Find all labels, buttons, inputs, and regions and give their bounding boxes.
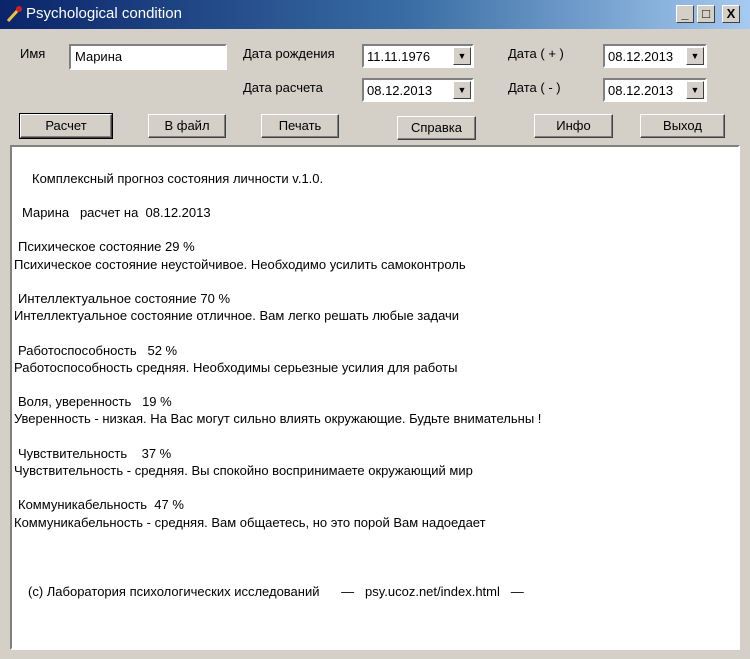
title-bar: Psychological condition _ □ X [0,0,750,29]
app-icon [6,6,22,23]
birth-date-value: 11.11.1976 [367,49,431,64]
minimize-button[interactable]: _ [676,5,694,23]
print-button[interactable]: Печать [261,114,339,138]
calc-date-select[interactable]: 08.12.2013 ▼ [362,78,474,102]
exit-button[interactable]: Выход [640,114,725,138]
birth-date-label: Дата рождения [243,46,335,61]
date-minus-value: 08.12.2013 [608,83,674,98]
section-text: Уверенность - низкая. На Вас могут сильн… [14,411,542,426]
section-title: Психическое состояние 29 % [18,239,195,254]
name-label: Имя [20,46,46,61]
section-title: Воля, уверенность 19 % [18,394,172,409]
section-text: Работоспособность средняя. Необходимы се… [14,360,458,375]
name-input[interactable]: Марина [69,44,227,70]
save-to-file-button[interactable]: В файл [148,114,226,138]
report-footer: (c) Лаборатория психологических исследов… [28,584,524,599]
chevron-down-icon[interactable]: ▼ [453,81,471,99]
calc-date-label: Дата расчета [243,80,323,95]
info-button[interactable]: Инфо [534,114,613,138]
calc-date-value: 08.12.2013 [367,83,433,98]
section-text: Коммуникабельность - средняя. Вам общает… [14,515,486,530]
chevron-down-icon[interactable]: ▼ [453,47,471,65]
section-text: Интеллектуальное состояние отличное. Вам… [14,308,460,323]
calc-button[interactable]: Расчет [19,113,113,139]
report-subheader: Марина расчет на 08.12.2013 [22,205,211,220]
section-title: Интеллектуальное состояние 70 % [18,291,231,306]
section-title: Коммуникабельность 47 % [18,497,184,512]
close-button[interactable]: X [722,5,740,23]
section-title: Чувствительность 37 % [18,446,172,461]
section-text: Психическое состояние неустойчивое. Необ… [14,257,466,272]
section-title: Работоспособность 52 % [18,343,178,358]
date-plus-value: 08.12.2013 [608,49,674,64]
report-header: Комплексный прогноз состояния личности v… [32,171,324,186]
maximize-button[interactable]: □ [697,5,715,23]
chevron-down-icon[interactable]: ▼ [686,81,704,99]
chevron-down-icon[interactable]: ▼ [686,47,704,65]
date-minus-select[interactable]: 08.12.2013 ▼ [603,78,707,102]
date-plus-label: Дата ( + ) [508,46,564,61]
date-plus-select[interactable]: 08.12.2013 ▼ [603,44,707,68]
date-minus-label: Дата ( - ) [508,80,561,95]
report-textarea[interactable]: Комплексный прогноз состояния личности v… [10,145,740,650]
help-button[interactable]: Справка [397,116,476,140]
birth-date-select[interactable]: 11.11.1976 ▼ [362,44,474,68]
window-title: Psychological condition [26,5,182,22]
section-text: Чувствительность - средняя. Вы спокойно … [14,463,473,478]
